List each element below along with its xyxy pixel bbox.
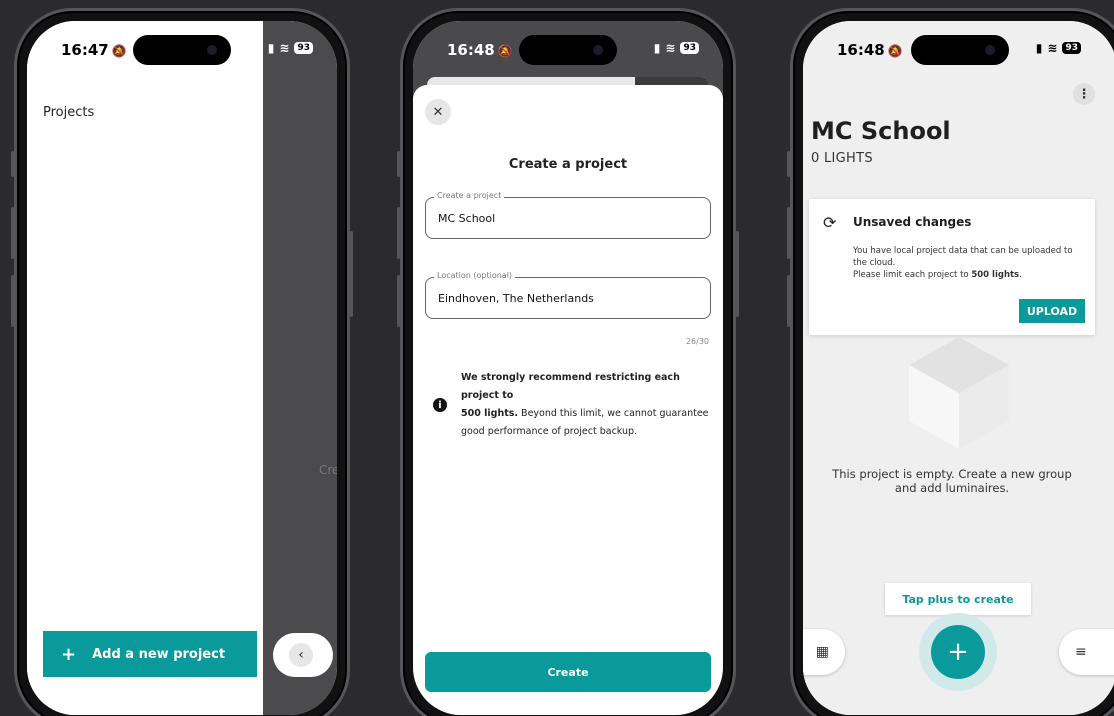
location-field[interactable]: Location (optional) Eindhoven, The Nethe… [425, 271, 711, 319]
add-new-project-label: Add a new project [92, 646, 226, 662]
signal-icon: ▮ [1035, 41, 1043, 55]
signal-icon: ▮ [267, 41, 275, 55]
project-name-field[interactable]: Create a project MC School [425, 191, 711, 239]
menu-button[interactable]: ≡ [1059, 629, 1114, 675]
card-title: Unsaved changes [853, 215, 972, 229]
status-bar: 16:47 🔕 ▮ ≋ 93 [27, 21, 337, 81]
battery-icon: 93 [680, 42, 699, 54]
screen-2: 16:48 🔕 ▮ ≋ 93 ✕ Create a project Create … [413, 21, 723, 715]
partial-create-text: Crea [319, 463, 337, 477]
info-icon: i [433, 398, 447, 412]
close-icon[interactable]: ✕ [425, 99, 451, 125]
signal-icon: ▮ [653, 41, 661, 55]
empty-state-text: This project is empty. Create a new grou… [832, 467, 1072, 495]
bell-off-icon: 🔕 [887, 44, 903, 58]
status-time: 16:48 🔕 [447, 41, 513, 59]
bell-off-icon: 🔕 [111, 44, 127, 58]
more-options-icon[interactable]: ⋮ [1073, 83, 1095, 105]
create-button[interactable]: Create [425, 652, 711, 692]
status-icons: ▮ ≋ 93 [1036, 41, 1081, 55]
location-value: Eindhoven, The Netherlands [438, 292, 594, 305]
drawer-title: Projects [43, 105, 95, 120]
project-name-value: MC School [438, 212, 496, 225]
add-new-project-button[interactable]: + Add a new project [43, 631, 257, 677]
screen-3: 16:48 🔕 ▮ ≋ 93 ⋮ MC School 0 LIGHTS ⟳ Uns… [803, 21, 1114, 715]
screen-1: 16:47🔕 ▮ ≋ 93 Projects Crea + Add a new … [27, 21, 337, 715]
phone-2: 16:48 🔕 ▮ ≋ 93 ✕ Create a project Create … [397, 8, 739, 716]
info-notice: i We strongly recommend restricting each… [433, 369, 709, 441]
status-icons: ▮ ≋ 93 [654, 41, 699, 55]
phone-3: 16:48 🔕 ▮ ≋ 93 ⋮ MC School 0 LIGHTS ⟳ Uns… [787, 8, 1114, 716]
light-count: 0 LIGHTS [811, 151, 873, 166]
card-body: You have local project data that can be … [853, 246, 1073, 280]
plus-icon: + [61, 643, 77, 665]
status-time: 16:47 🔕 [61, 41, 127, 59]
phone-1: 16:47🔕 ▮ ≋ 93 Projects Crea + Add a new … [11, 8, 353, 716]
stage: 16:47🔕 ▮ ≋ 93 Projects Crea + Add a new … [0, 0, 1114, 716]
info-text: We strongly recommend restricting each p… [461, 372, 709, 437]
project-name-label: Create a project [434, 191, 505, 200]
status-icons: ▮ ≋ 93 [268, 41, 313, 55]
location-label: Location (optional) [434, 271, 516, 280]
upload-button[interactable]: UPLOAD [1019, 299, 1085, 323]
dynamic-island [133, 35, 231, 65]
dynamic-island [519, 35, 617, 65]
status-bar: 16:48 🔕 ▮ ≋ 93 [413, 21, 723, 81]
projects-drawer [27, 21, 263, 715]
sync-icon: ⟳ [823, 213, 837, 232]
dim-overlay[interactable] [263, 21, 337, 715]
status-bar: 16:48 🔕 ▮ ≋ 93 [803, 21, 1114, 81]
sheet-heading: Create a project [508, 157, 628, 172]
battery-icon: 93 [1062, 42, 1081, 54]
wifi-icon: ≋ [279, 41, 290, 55]
dynamic-island [911, 35, 1009, 65]
add-fab-button[interactable]: + [931, 625, 985, 679]
unsaved-changes-card: ⟳ Unsaved changes You have local project… [809, 199, 1095, 335]
close-drawer-button[interactable]: ‹ [273, 633, 333, 677]
building-icon: ▦ [815, 644, 829, 660]
empty-box-icon [909, 337, 1009, 449]
create-project-sheet: ✕ Create a project Create a project MC S… [413, 85, 723, 715]
menu-icon: ≡ [1075, 644, 1087, 660]
project-title: MC School [811, 117, 951, 145]
wifi-icon: ≋ [1047, 41, 1058, 55]
character-counter: 26/30 [685, 337, 709, 346]
status-time: 16:48 🔕 [837, 41, 903, 59]
bell-off-icon: 🔕 [497, 44, 513, 58]
wifi-icon: ≋ [665, 41, 676, 55]
tap-plus-tooltip: Tap plus to create [885, 583, 1031, 615]
chevron-left-icon: ‹ [289, 643, 313, 667]
battery-icon: 93 [294, 42, 313, 54]
